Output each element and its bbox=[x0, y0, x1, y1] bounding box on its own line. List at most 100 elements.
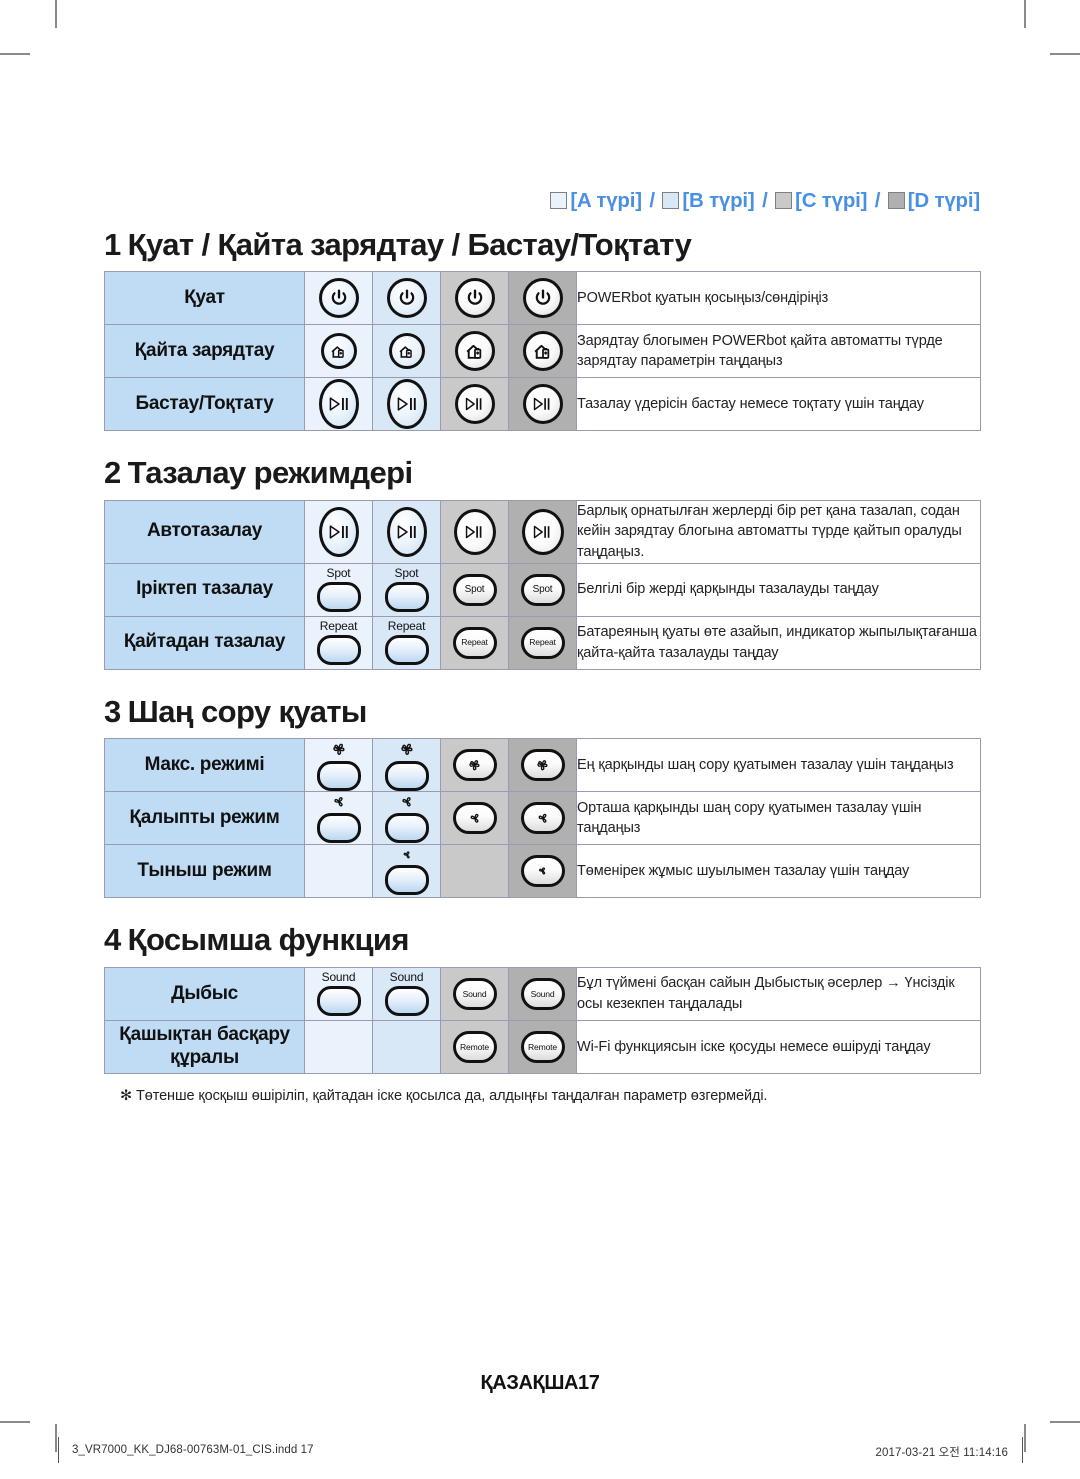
row-label-start-stop: Бастау/Тоқтату bbox=[104, 377, 305, 432]
play-pause-icon bbox=[522, 384, 563, 425]
spot-button-caption: Spot bbox=[464, 583, 485, 595]
sound-button: Sound bbox=[316, 971, 361, 1017]
cell-max-type-b[interactable] bbox=[372, 738, 441, 793]
row-desc-normal-mode: Орташа қарқынды шаң сору қуатымен тазала… bbox=[576, 791, 981, 846]
crop-mark-bottom-left-vertical bbox=[55, 1424, 57, 1452]
cell-start-stop-type-c[interactable] bbox=[440, 377, 509, 432]
remote-button-caption: Remote bbox=[460, 1041, 489, 1052]
table-row: Қуат POWERbot қуатын қосыңыз/сөндіріңіз bbox=[104, 271, 981, 326]
cell-repeat-type-d[interactable]: Repeat bbox=[508, 615, 577, 670]
remote-button: Remote bbox=[452, 1030, 497, 1063]
fan-max-button bbox=[452, 749, 497, 782]
cell-auto-clean-type-a[interactable] bbox=[304, 499, 373, 564]
fan-quiet-button bbox=[384, 847, 429, 896]
row-label-power: Қуат bbox=[104, 271, 305, 326]
cell-start-stop-type-d[interactable] bbox=[508, 377, 577, 432]
cell-normal-type-b[interactable] bbox=[372, 791, 441, 846]
cell-power-type-d[interactable] bbox=[508, 271, 577, 326]
cell-repeat-type-c[interactable]: Repeat bbox=[440, 615, 509, 670]
cell-spot-type-d[interactable]: Spot bbox=[508, 562, 577, 617]
cell-power-type-b[interactable] bbox=[372, 271, 441, 326]
print-filename: 3_VR7000_KK_DJ68-00763M-01_CIS.indd 17 bbox=[72, 1444, 314, 1456]
cell-recharge-type-b[interactable] bbox=[372, 324, 441, 379]
section-cleaning-modes: 2 Тазалау режимдері Автотазалау Барлық о… bbox=[104, 455, 981, 670]
section-4-heading: 4 Қосымша функция bbox=[104, 922, 980, 958]
cell-max-type-d[interactable] bbox=[508, 738, 577, 793]
row-label-repeat-clean: Қайтадан тазалау bbox=[104, 615, 305, 670]
crop-mark-bottom-right-vertical bbox=[1024, 1424, 1026, 1452]
sound-button: Sound bbox=[452, 977, 497, 1010]
cell-remote-type-d[interactable]: Remote bbox=[508, 1019, 577, 1074]
table-row: Қайтадан тазалау Repeat Repeat Repeat Re… bbox=[104, 615, 981, 670]
sound-button-caption: Sound bbox=[462, 988, 487, 999]
section-3-title: Шаң сору қуаты bbox=[127, 693, 368, 729]
section-2-title: Тазалау режимдері bbox=[127, 455, 413, 491]
section-3-number: 3 bbox=[104, 693, 121, 729]
repeat-button-caption: Repeat bbox=[387, 619, 426, 634]
play-pause-icon bbox=[386, 379, 427, 430]
cell-sound-type-d[interactable]: Sound bbox=[508, 966, 577, 1021]
spot-button-caption: Spot bbox=[394, 566, 419, 581]
fan-quiet-button-body bbox=[384, 865, 429, 896]
section-power: 1 Қуат / Қайта зарядтау / Бастау/Тоқтату … bbox=[104, 227, 981, 432]
legend-swatch-b bbox=[662, 192, 680, 209]
legend-label-a: [A түрі] bbox=[570, 189, 642, 212]
recharge-home-battery-icon bbox=[388, 333, 425, 370]
control-table-cleaning-modes: Автотазалау Барлық орнатылған жерлерді б… bbox=[104, 499, 981, 670]
row-desc-spot-clean: Белгілі бір жерді қарқынды тазалауды таң… bbox=[576, 562, 981, 617]
section-1-title: Қуат / Қайта зарядтау / Бастау/Тоқтату bbox=[127, 226, 692, 262]
cell-remote-type-c[interactable]: Remote bbox=[440, 1019, 509, 1074]
row-desc-repeat-clean: Батареяның қуаты өте азайып, индикатор ж… bbox=[576, 615, 981, 670]
row-desc-recharge: Зарядтау блогымен POWERbot қайта автомат… bbox=[576, 324, 981, 379]
cell-recharge-type-c[interactable] bbox=[440, 324, 509, 379]
cell-start-stop-type-a[interactable] bbox=[304, 377, 373, 432]
fan-normal-button bbox=[384, 793, 429, 844]
cell-recharge-type-d[interactable] bbox=[508, 324, 577, 379]
table-row: Дыбыс Sound Sound Sound Sound Бұл түймен… bbox=[104, 966, 981, 1021]
section-3-heading: 3 Шаң сору қуаты bbox=[104, 694, 980, 730]
cell-max-type-c[interactable] bbox=[440, 738, 509, 793]
cell-auto-clean-type-b[interactable] bbox=[372, 499, 441, 564]
section-4-number: 4 bbox=[104, 922, 121, 958]
cell-spot-type-a[interactable]: Spot bbox=[304, 562, 373, 617]
row-label-sound: Дыбыс bbox=[104, 966, 305, 1021]
cell-power-type-c[interactable] bbox=[440, 271, 509, 326]
fan-normal-button bbox=[316, 793, 361, 844]
page-content: [A түрі] / [B түрі] / [C түрі] / [D түрі… bbox=[104, 189, 981, 1104]
play-pause-icon bbox=[318, 379, 359, 430]
cell-power-type-a[interactable] bbox=[304, 271, 373, 326]
cell-spot-type-c[interactable]: Spot bbox=[440, 562, 509, 617]
section-1-heading: 1 Қуат / Қайта зарядтау / Бастау/Тоқтату bbox=[104, 227, 980, 263]
cell-max-type-a[interactable] bbox=[304, 738, 373, 793]
crop-mark-top-left-vertical bbox=[55, 0, 57, 28]
cell-spot-type-b[interactable]: Spot bbox=[372, 562, 441, 617]
spot-button-body bbox=[384, 582, 429, 613]
cell-quiet-type-a-empty bbox=[304, 844, 373, 899]
cell-sound-type-a[interactable]: Sound bbox=[304, 966, 373, 1021]
row-desc-sound: Бұл түймені басқан сайын Дыбыстық әсерле… bbox=[576, 966, 981, 1021]
cell-repeat-type-b[interactable]: Repeat bbox=[372, 615, 441, 670]
cell-quiet-type-d[interactable] bbox=[508, 844, 577, 899]
cell-recharge-type-a[interactable] bbox=[304, 324, 373, 379]
crop-mark-top-left-horizontal bbox=[0, 53, 30, 55]
cell-auto-clean-type-d[interactable] bbox=[508, 499, 577, 564]
cell-normal-type-c[interactable] bbox=[440, 791, 509, 846]
cell-auto-clean-type-c[interactable] bbox=[440, 499, 509, 564]
print-timestamp: 2017-03-21 오전 11:14:16 bbox=[875, 1447, 1008, 1459]
sound-button-body bbox=[384, 986, 429, 1017]
cell-repeat-type-a[interactable]: Repeat bbox=[304, 615, 373, 670]
repeat-button: Repeat bbox=[520, 626, 565, 659]
cell-sound-type-c[interactable]: Sound bbox=[440, 966, 509, 1021]
fan-max-button bbox=[520, 749, 565, 782]
cell-sound-type-b[interactable]: Sound bbox=[372, 966, 441, 1021]
play-pause-icon bbox=[453, 508, 496, 555]
cell-normal-type-d[interactable] bbox=[508, 791, 577, 846]
cell-start-stop-type-b[interactable] bbox=[372, 377, 441, 432]
cell-quiet-type-b[interactable] bbox=[372, 844, 441, 899]
sound-button: Sound bbox=[384, 971, 429, 1017]
repeat-button-caption: Repeat bbox=[319, 619, 358, 634]
fan-quiet-button bbox=[520, 855, 565, 888]
fan-max-button bbox=[384, 739, 429, 792]
cell-normal-type-a[interactable] bbox=[304, 791, 373, 846]
fan-quiet-icon bbox=[539, 867, 546, 875]
